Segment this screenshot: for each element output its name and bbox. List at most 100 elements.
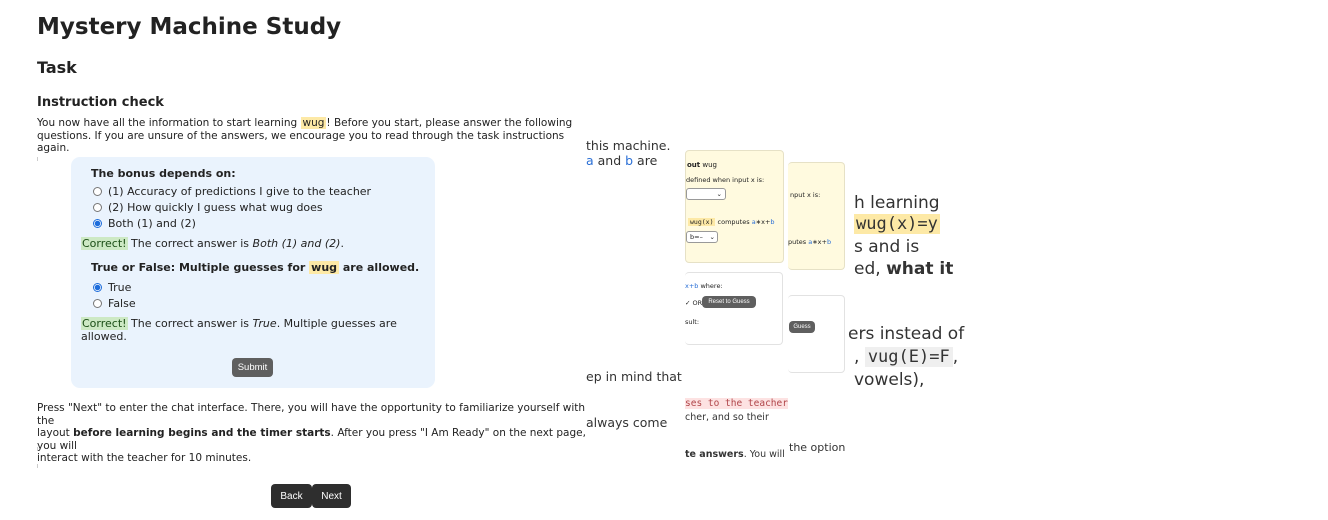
subsection-title: Instruction check bbox=[37, 95, 164, 110]
bg-card1-compute-word: wug(x) bbox=[688, 218, 716, 226]
q1-feedback: Correct! The correct answer is Both (1) … bbox=[81, 237, 344, 250]
bg-text-machine: this machine. bbox=[586, 138, 671, 153]
bg-vug-pre: , bbox=[854, 347, 865, 367]
bg-are: are bbox=[633, 153, 658, 168]
intro-text: You now have all the information to star… bbox=[37, 117, 597, 155]
q1-radio-1[interactable] bbox=[93, 187, 102, 196]
bg-pink-code: ses to the teacher bbox=[685, 398, 788, 409]
bg-card2-line: nput x is: bbox=[790, 191, 821, 199]
divider-mark bbox=[37, 157, 38, 161]
intro-line-2: questions. If you are unsure of the answ… bbox=[37, 129, 565, 155]
bg-and: and bbox=[593, 153, 626, 168]
q2-question: True or False: Multiple guesses for wug … bbox=[91, 261, 419, 274]
divider-mark-2 bbox=[37, 447, 38, 451]
bg-card1-b-select-label: b=– bbox=[690, 233, 703, 241]
q2-radio-true[interactable] bbox=[93, 283, 102, 292]
bg-text-always: always come bbox=[586, 415, 668, 430]
intro-before: You now have all the information to star… bbox=[37, 117, 301, 129]
q2-correct-tag: Correct! bbox=[81, 317, 128, 330]
outro-line-1: Press "Next" to enter the chat interface… bbox=[37, 402, 586, 427]
bg-card2-op: ∗x+ bbox=[812, 238, 827, 246]
q2-feedback-before: The correct answer is bbox=[127, 317, 253, 330]
divider-mark-3 bbox=[37, 464, 38, 468]
bg-card3-or-label: OR bbox=[692, 299, 703, 307]
bg-card1-title: out wug bbox=[687, 161, 717, 169]
bg-var-a: a bbox=[586, 153, 594, 168]
chevron-down-icon: ⌄ bbox=[716, 190, 722, 198]
bg-card3-result: sult: bbox=[685, 318, 700, 326]
outro-line-2-before: layout bbox=[37, 427, 74, 439]
guess-button[interactable]: Guess bbox=[789, 321, 815, 333]
bg-card3-or: ✓ OR bbox=[685, 299, 703, 307]
bg-text-answers: te answers. You will bbox=[685, 449, 785, 460]
bg-card2-compute-text: putes bbox=[788, 238, 809, 246]
back-button[interactable]: Back bbox=[271, 484, 312, 508]
q1-option-3-label: Both (1) and (2) bbox=[108, 217, 196, 230]
q1-radio-3[interactable] bbox=[93, 219, 102, 228]
q1-correct-tag: Correct! bbox=[81, 237, 128, 250]
bg-answers-bold: te answers bbox=[685, 449, 744, 460]
q1-question: The bonus depends on: bbox=[91, 167, 236, 180]
bg-big-instead: ers instead of bbox=[848, 324, 965, 344]
bg-card3-where: where: bbox=[698, 282, 723, 290]
bg-card2-b: b bbox=[826, 238, 832, 246]
q2-option-false-label: False bbox=[108, 297, 136, 310]
bg-answers-after: . You will bbox=[743, 449, 785, 460]
bg-big-vug: , vug(E)=F, bbox=[854, 347, 958, 367]
q2-option-false[interactable]: False bbox=[93, 297, 136, 310]
outro-line-2: layout before learning begins and the ti… bbox=[37, 427, 597, 452]
bg-vug-code: vug(E)=F bbox=[864, 347, 953, 367]
q2-question-wug: wug bbox=[309, 261, 340, 274]
bg-card-about-wug: out wug defined when input x is: ⌄ wug(x… bbox=[685, 150, 784, 263]
bg-wug-formula-code: wug(x)=y bbox=[854, 214, 940, 234]
bg-card1-compute: wug(x) computes a∗x+b bbox=[688, 218, 775, 226]
bg-card1-title-word: wug bbox=[702, 161, 717, 169]
bg-big-ed: ed, bbox=[854, 259, 887, 279]
q2-feedback: Correct! The correct answer is True. Mul… bbox=[81, 317, 435, 343]
q2-radio-false[interactable] bbox=[93, 299, 102, 308]
bg-text-teacher: cher, and so their bbox=[685, 412, 769, 423]
reset-to-guess-button[interactable]: Reset to Guess bbox=[702, 296, 756, 308]
bg-card-guess: x+b where: ✓ OR Reset to Guess sult: bbox=[685, 272, 783, 345]
bg-big-learning: h learning bbox=[854, 193, 940, 213]
q2-question-before: True or False: Multiple guesses for bbox=[91, 261, 310, 274]
bg-card1-dropdown[interactable]: ⌄ bbox=[686, 188, 726, 200]
q1-option-2-label: (2) How quickly I guess what wug does bbox=[108, 201, 323, 214]
q1-option-3[interactable]: Both (1) and (2) bbox=[93, 217, 196, 230]
q2-option-true-label: True bbox=[108, 281, 132, 294]
bg-big-and-is: s and is bbox=[854, 237, 920, 257]
bg-big-what-it: ed, what it bbox=[854, 259, 953, 279]
q2-question-after: are allowed. bbox=[339, 261, 420, 274]
bg-card1-b: b bbox=[770, 218, 775, 226]
bg-card1-b-select[interactable]: b=– ⌄ bbox=[686, 231, 718, 243]
outro-line-2-bold: before learning begins and the timer sta… bbox=[73, 427, 331, 439]
q1-feedback-before: The correct answer is bbox=[127, 237, 253, 250]
bg-card3-xb: x+b bbox=[685, 282, 699, 290]
q2-feedback-answer: True bbox=[252, 317, 277, 330]
q1-radio-2[interactable] bbox=[93, 203, 102, 212]
section-title: Task bbox=[37, 58, 77, 77]
bg-var-b: b bbox=[625, 153, 634, 168]
bg-pink-teacher: ses to the teacher bbox=[685, 398, 788, 409]
bg-card1-line: defined when input x is: bbox=[686, 176, 765, 184]
bg-big-whatit-bold: what it bbox=[886, 259, 954, 279]
page-title: Mystery Machine Study bbox=[37, 14, 342, 40]
bg-big-wug-formula: wug(x)=y bbox=[854, 214, 940, 234]
submit-button[interactable]: Submit bbox=[232, 358, 273, 377]
q1-option-1-label: (1) Accuracy of predictions I give to th… bbox=[108, 185, 372, 198]
bg-vug-post: , bbox=[952, 347, 959, 367]
q2-option-true[interactable]: True bbox=[93, 281, 131, 294]
next-button[interactable]: Next bbox=[312, 484, 351, 508]
q1-option-1[interactable]: (1) Accuracy of predictions I give to th… bbox=[93, 185, 371, 198]
bg-card-right: nput x is: putes a∗x+b bbox=[788, 162, 845, 270]
intro-line-1: You now have all the information to star… bbox=[37, 117, 597, 130]
q1-feedback-after: . bbox=[340, 237, 344, 250]
bg-card-guess-2: Guess bbox=[788, 295, 845, 373]
bg-big-vowels: vowels), bbox=[854, 370, 925, 390]
intro-after: ! Before you start, please answer the fo… bbox=[326, 117, 573, 129]
q1-option-2[interactable]: (2) How quickly I guess what wug does bbox=[93, 201, 323, 214]
outro-line-3: interact with the teacher for 10 minutes… bbox=[37, 452, 252, 464]
bg-card2-compute: putes a∗x+b bbox=[788, 238, 831, 246]
bg-card1-title-bold: out bbox=[687, 161, 701, 169]
bg-text-option: the option bbox=[789, 441, 846, 454]
